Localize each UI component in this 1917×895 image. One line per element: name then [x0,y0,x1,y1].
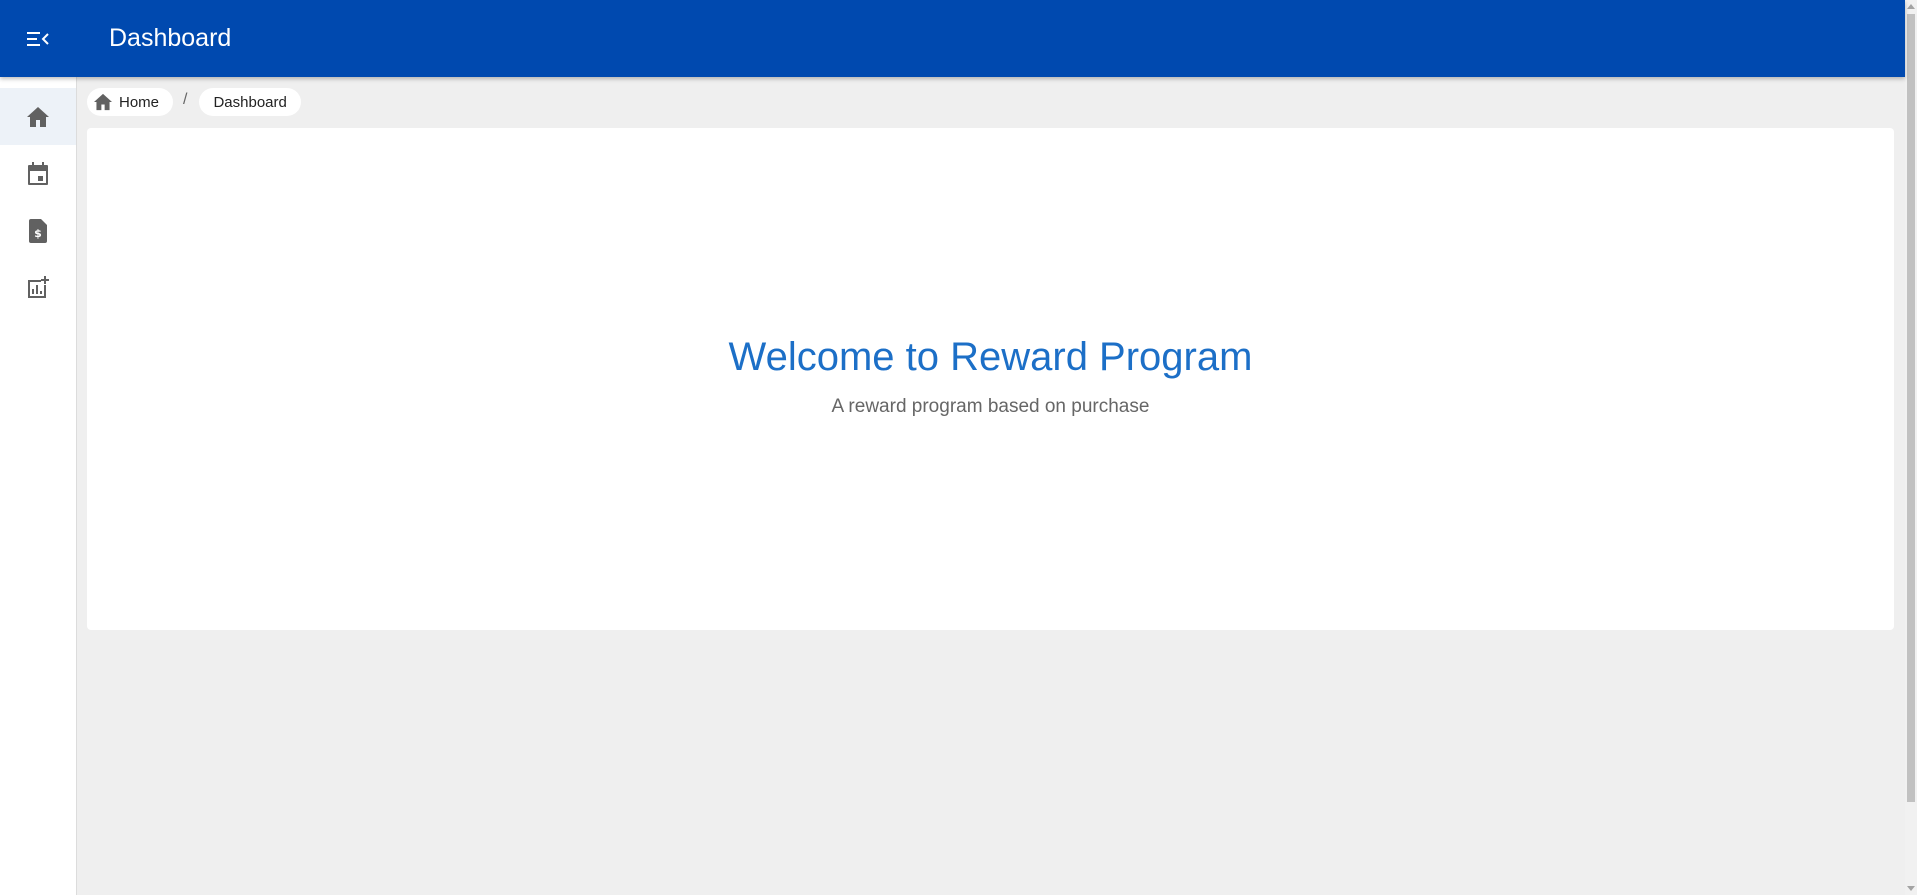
menu-open-icon [27,31,49,46]
main-content: Home / Dashboard Welcome to Reward Progr… [77,77,1905,895]
add-chart-icon [28,275,49,298]
sidebar-item-add-chart[interactable] [0,259,76,316]
sidebar: $ [0,77,77,895]
page-title: Dashboard [109,24,232,52]
calendar-icon [28,161,48,185]
sidebar-item-calendar[interactable] [0,145,76,202]
breadcrumb-dashboard-label: Dashboard [213,93,287,111]
scrollbar-thumb[interactable] [1907,14,1915,802]
breadcrumb-home[interactable]: Home [87,88,174,116]
breadcrumb-home-label: Home [119,93,160,111]
app-bar: Dashboard [0,0,1905,77]
home-icon [27,106,49,127]
vertical-scrollbar[interactable] [1905,0,1917,895]
scroll-up-icon[interactable] [1907,4,1915,9]
welcome-card: Welcome to Reward Program A reward progr… [87,128,1894,630]
scroll-down-icon[interactable] [1907,886,1915,891]
breadcrumb-dashboard[interactable]: Dashboard [199,88,301,116]
svg-text:$: $ [34,227,42,240]
sidebar-item-invoice[interactable]: $ [0,202,76,259]
welcome-subtitle: A reward program based on purchase [831,395,1150,417]
breadcrumb-separator: / [183,91,188,108]
home-icon [94,93,112,111]
breadcrumb: Home / Dashboard [87,88,301,116]
menu-toggle-button[interactable] [0,0,76,77]
welcome-heading: Welcome to Reward Program [728,334,1253,379]
invoice-dollar-icon: $ [29,218,47,243]
sidebar-item-home[interactable] [0,88,76,145]
